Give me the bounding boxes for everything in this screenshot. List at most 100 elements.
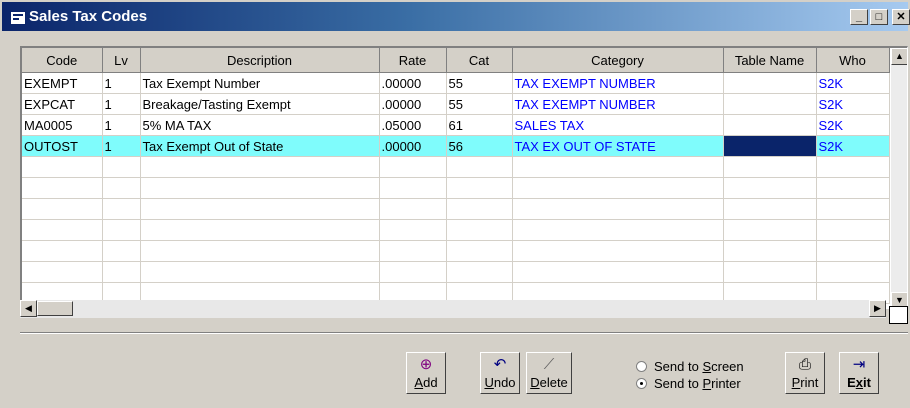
table-cell[interactable] [379,198,447,220]
table-cell[interactable] [446,198,513,220]
table-cell[interactable] [723,135,817,157]
table-cell[interactable]: S2K [816,93,890,115]
table-cell[interactable] [512,198,724,220]
table-cell[interactable] [22,240,103,262]
column-header-cat[interactable]: Cat [446,48,513,73]
table-cell[interactable] [512,219,724,241]
table-cell[interactable]: OUTOST [22,135,103,157]
table-cell[interactable] [446,261,513,283]
column-header-code[interactable]: Code [22,48,103,73]
table-cell[interactable]: EXEMPT [22,72,103,94]
table-cell[interactable]: 55 [446,93,513,115]
send-to-printer-radio-dot[interactable] [636,378,647,389]
table-row[interactable] [22,198,890,220]
table-cell[interactable]: 61 [446,114,513,136]
send-to-screen-radio-dot[interactable] [636,361,647,372]
table-cell[interactable] [512,261,724,283]
table-cell[interactable]: 1 [102,114,141,136]
scroll-left-arrow-icon[interactable]: ◀ [20,300,37,317]
table-cell[interactable] [816,156,890,178]
add-button[interactable]: ⊕ Add [406,352,446,394]
table-cell[interactable] [102,219,141,241]
table-cell[interactable]: TAX EX OUT OF STATE [512,135,724,157]
table-row[interactable]: EXPCAT 1 Breakage/Tasting Exempt .00000 55 TA… [22,93,890,115]
vertical-scrollbar[interactable]: ▲ ▼ [891,48,907,309]
table-cell[interactable]: TAX EXEMPT NUMBER [512,72,724,94]
table-cell[interactable] [379,219,447,241]
table-cell[interactable] [723,261,817,283]
table-cell[interactable] [140,156,380,178]
table-cell[interactable] [102,261,141,283]
table-cell[interactable] [816,219,890,241]
table-cell[interactable] [512,156,724,178]
table-row[interactable] [22,177,890,199]
table-cell[interactable] [446,177,513,199]
table-cell[interactable] [140,198,380,220]
exit-button[interactable]: ⇥ Exit [839,352,879,394]
table-cell[interactable] [816,240,890,262]
table-cell[interactable] [723,114,817,136]
print-button[interactable]: ⎙ Print [785,352,825,394]
table-cell[interactable] [723,72,817,94]
table-cell[interactable] [723,93,817,115]
table-row[interactable]: MA0005 1 5% MA TAX .05000 61 SALES TAX S2K [22,114,890,136]
table-cell[interactable]: Breakage/Tasting Exempt [140,93,380,115]
table-cell[interactable] [22,177,103,199]
table-cell[interactable]: .00000 [379,72,447,94]
table-row[interactable]: OUTOST 1 Tax Exempt Out of State .00000 56 TA… [22,135,890,157]
table-cell[interactable] [723,156,817,178]
table-cell[interactable]: S2K [816,114,890,136]
table-row[interactable] [22,219,890,241]
minimize-button[interactable]: _ [850,9,868,25]
title-bar[interactable]: Sales Tax Codes _ □ ✕ [2,2,910,31]
table-cell[interactable] [723,198,817,220]
table-cell[interactable] [102,177,141,199]
table-cell[interactable]: 55 [446,72,513,94]
horizontal-scroll-thumb[interactable] [37,301,73,316]
table-cell[interactable] [379,261,447,283]
table-row[interactable]: EXEMPT 1 Tax Exempt Number .00000 55 TAX EXEM… [22,72,890,94]
column-header-description[interactable]: Description [140,48,380,73]
table-cell[interactable] [379,156,447,178]
table-row[interactable] [22,240,890,262]
table-cell[interactable] [140,240,380,262]
table-row[interactable] [22,261,890,283]
column-header-rate[interactable]: Rate [379,48,447,73]
table-cell[interactable] [816,177,890,199]
column-header-category[interactable]: Category [512,48,724,73]
table-cell[interactable] [102,156,141,178]
table-cell[interactable]: SALES TAX [512,114,724,136]
table-cell[interactable]: 1 [102,135,141,157]
table-row[interactable] [22,156,890,178]
table-cell[interactable]: Tax Exempt Out of State [140,135,380,157]
table-cell[interactable]: .05000 [379,114,447,136]
delete-button[interactable]: ⟋ Delete [526,352,572,394]
table-cell[interactable]: 56 [446,135,513,157]
table-cell[interactable]: 1 [102,72,141,94]
table-cell[interactable]: TAX EXEMPT NUMBER [512,93,724,115]
table-cell[interactable] [22,261,103,283]
table-cell[interactable] [140,177,380,199]
table-cell[interactable] [816,198,890,220]
table-cell[interactable]: Tax Exempt Number [140,72,380,94]
table-cell[interactable]: S2K [816,135,890,157]
table-cell[interactable]: .00000 [379,93,447,115]
table-cell[interactable] [140,261,380,283]
table-cell[interactable] [22,156,103,178]
table-cell[interactable] [22,219,103,241]
table-cell[interactable] [723,177,817,199]
horizontal-scrollbar[interactable]: ◀ ▶ [20,300,886,318]
table-cell[interactable] [446,240,513,262]
table-cell[interactable] [102,240,141,262]
close-button[interactable]: ✕ [892,9,910,25]
table-cell[interactable] [140,219,380,241]
table-cell[interactable]: MA0005 [22,114,103,136]
column-header-lv[interactable]: Lv [102,48,141,73]
table-cell[interactable] [379,240,447,262]
undo-button[interactable]: ↶ Undo [480,352,520,394]
table-cell[interactable] [446,219,513,241]
scroll-up-arrow-icon[interactable]: ▲ [891,48,907,65]
table-cell[interactable]: EXPCAT [22,93,103,115]
table-cell[interactable]: 1 [102,93,141,115]
table-cell[interactable] [102,198,141,220]
